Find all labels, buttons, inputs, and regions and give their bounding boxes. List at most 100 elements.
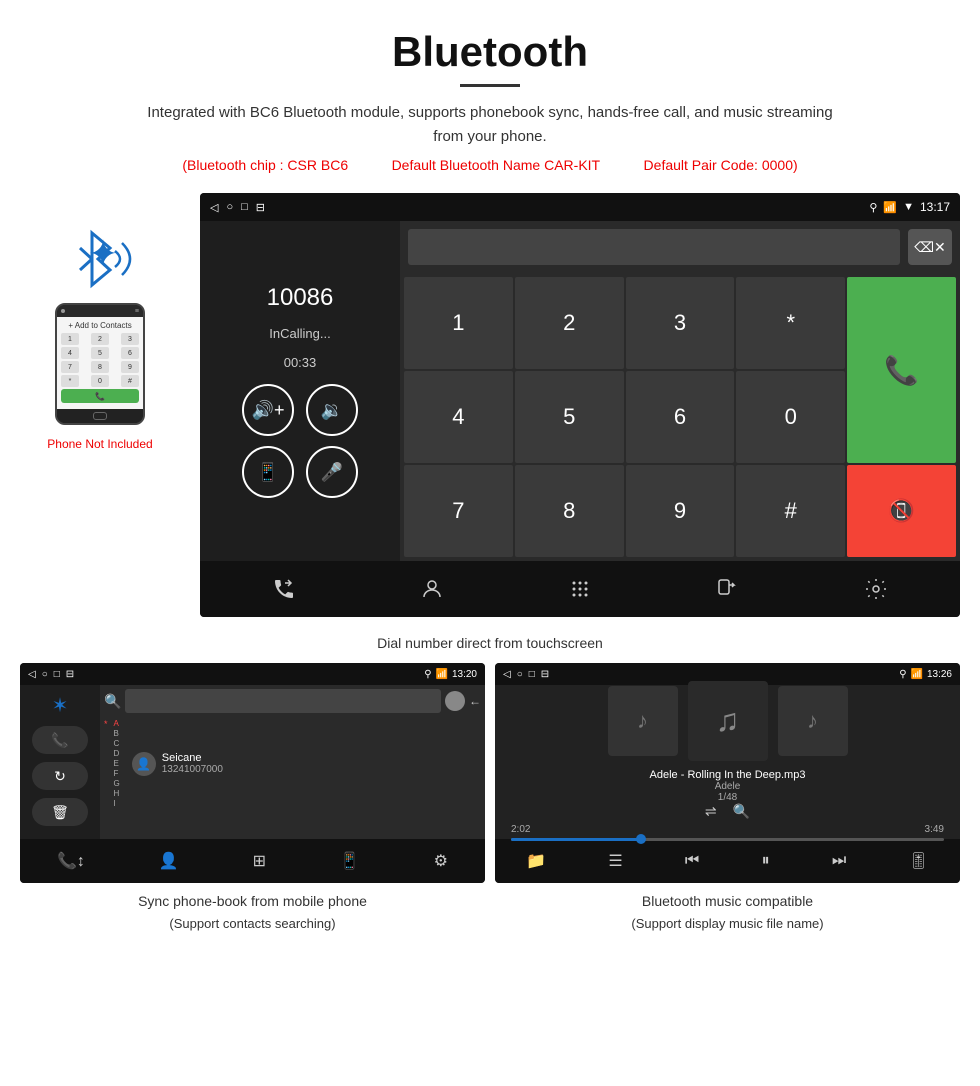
pb-alpha-g: G xyxy=(114,779,120,788)
ms-location-icon: ⚲ xyxy=(899,669,906,680)
ms-folder-icon[interactable]: 📁 xyxy=(526,851,546,871)
call-status-label: InCalling... xyxy=(269,326,330,341)
bottom-calls-icon[interactable] xyxy=(262,567,306,611)
mini-key-7: 7 xyxy=(61,361,79,373)
numkey-0[interactable]: 0 xyxy=(736,371,845,463)
pb-bottom-settings-icon[interactable]: ⚙ xyxy=(434,851,448,871)
ms-album-right-note: ♪ xyxy=(807,708,818,734)
bottom-transfer-icon[interactable] xyxy=(706,567,750,611)
numkey-star[interactable]: * xyxy=(736,277,845,369)
bluetooth-specs: (Bluetooth chip : CSR BC6 Default Blueto… xyxy=(20,157,960,173)
dial-caption: Dial number direct from touchscreen xyxy=(0,627,980,663)
mini-call-bar: 📞 xyxy=(61,389,139,403)
transfer-button[interactable]: 📱 xyxy=(242,446,294,498)
control-row-1: 🔊+ 🔉 xyxy=(242,384,358,436)
ms-search-icon[interactable]: 🔍 xyxy=(733,803,750,820)
pb-search-icon: 🔍 xyxy=(104,693,121,710)
bluetooth-icon-area: ✦ xyxy=(60,223,140,293)
ms-progress-area: 2:02 3:49 xyxy=(503,824,952,844)
pb-avatar-icon: 👤 xyxy=(136,757,151,771)
ms-play-pause-icon[interactable]: ⏸ xyxy=(762,852,770,870)
ms-progress-fill xyxy=(511,838,641,841)
mini-status-dot xyxy=(61,309,65,313)
ms-progress-bar[interactable] xyxy=(511,838,944,841)
bottom-settings-icon[interactable] xyxy=(854,567,898,611)
status-bar-left: ◁ ○ □ ⊟ xyxy=(210,201,265,214)
pb-call-button[interactable]: 📞 xyxy=(32,726,88,754)
page-description: Integrated with BC6 Bluetooth module, su… xyxy=(140,101,840,149)
mini-key-9: 9 xyxy=(121,361,139,373)
pb-status-time: 13:20 xyxy=(452,669,477,680)
nav-menu-icon: ⊟ xyxy=(256,201,265,214)
ms-track-name: Adele - Rolling In the Deep.mp3 xyxy=(650,769,806,781)
pb-alpha-letters: * A B C D E F G H I xyxy=(104,719,481,808)
pb-bottom-transfer-icon[interactable]: 📱 xyxy=(340,851,360,871)
page-header: Bluetooth Integrated with BC6 Bluetooth … xyxy=(0,0,980,193)
numkey-5[interactable]: 5 xyxy=(515,371,624,463)
pb-sync-icon: ↻ xyxy=(54,768,66,785)
mute-button[interactable]: 🎤 xyxy=(306,446,358,498)
numkey-hash[interactable]: # xyxy=(736,465,845,557)
ms-time-total: 3:49 xyxy=(925,824,944,835)
ms-nav-recent: □ xyxy=(529,669,535,680)
ms-nav-menu: ⊟ xyxy=(541,669,549,680)
delete-button[interactable]: ⌫✕ xyxy=(908,229,952,265)
pb-alpha-d: D xyxy=(114,749,120,758)
pb-search-box[interactable] xyxy=(125,689,441,713)
mini-home-button xyxy=(93,412,107,420)
call-end-button[interactable]: 📵 xyxy=(847,465,956,557)
ms-shuffle-icon[interactable]: ⇌ xyxy=(705,803,717,820)
ms-list-icon[interactable]: ☰ xyxy=(608,851,622,871)
pb-sync-button[interactable]: ↻ xyxy=(32,762,88,790)
numkey-4[interactable]: 4 xyxy=(404,371,513,463)
phonebook-caption-sub: (Support contacts searching) xyxy=(20,916,485,931)
volume-up-icon: 🔊+ xyxy=(252,400,285,421)
pb-status-left: ◁ ○ □ ⊟ xyxy=(28,669,74,680)
call-answer-icon: 📞 xyxy=(884,354,919,387)
numkey-6[interactable]: 6 xyxy=(626,371,735,463)
pb-alpha-e: E xyxy=(114,759,120,768)
mini-numpad-row1: 1 2 3 xyxy=(61,333,139,345)
mini-key-0: 0 xyxy=(91,375,109,387)
pb-call-icon: 📞 xyxy=(51,732,68,749)
pb-back-arrow: ← xyxy=(469,694,481,708)
pb-signal-icon: 📶 xyxy=(436,669,448,680)
pb-alpha-a: A xyxy=(114,719,120,728)
control-row-2: 📱 🎤 xyxy=(242,446,358,498)
volume-up-button[interactable]: 🔊+ xyxy=(242,384,294,436)
pb-bottom-calls-icon[interactable]: 📞↕ xyxy=(57,851,85,871)
call-answer-button[interactable]: 📞 xyxy=(847,277,956,463)
pb-bluetooth-icon: ✶ xyxy=(52,693,69,718)
ms-album-area: ♪ ♫ ♪ xyxy=(608,681,848,761)
pb-delete-button[interactable]: 🗑 xyxy=(32,798,88,826)
ms-nav-back: ◁ xyxy=(503,669,511,680)
dialer-input-box[interactable] xyxy=(408,229,900,265)
ms-track-count: 1/48 xyxy=(650,792,806,803)
bt-name: Default Bluetooth Name CAR-KIT xyxy=(392,157,601,173)
title-divider xyxy=(460,84,520,87)
numkey-2[interactable]: 2 xyxy=(515,277,624,369)
ms-next-icon[interactable]: ⏭ xyxy=(832,852,846,870)
dialer-left-panel: 10086 InCalling... 00:33 🔊+ 🔉 📱 xyxy=(200,221,400,561)
location-icon: ⚲ xyxy=(869,201,877,214)
pb-bottom-contacts-icon[interactable]: 👤 xyxy=(159,851,179,871)
mini-key-8: 8 xyxy=(91,361,109,373)
ms-equalizer-icon[interactable]: 🎚 xyxy=(909,851,929,871)
status-time: 13:17 xyxy=(920,200,950,214)
bottom-contacts-icon[interactable] xyxy=(410,567,454,611)
numkey-8[interactable]: 8 xyxy=(515,465,624,557)
pb-contact-avatar: 👤 xyxy=(132,752,156,776)
numkey-1[interactable]: 1 xyxy=(404,277,513,369)
mini-phone-screen: + Add to Contacts 1 2 3 4 5 6 7 8 9 * xyxy=(57,317,143,409)
bottom-dialpad-icon[interactable] xyxy=(558,567,602,611)
ms-controls-row: ⇌ 🔍 xyxy=(705,803,750,820)
volume-down-button[interactable]: 🔉 xyxy=(306,384,358,436)
numkey-3[interactable]: 3 xyxy=(626,277,735,369)
numkey-9[interactable]: 9 xyxy=(626,465,735,557)
pb-bottom-bar: 📞↕ 👤 ⊞ 📱 ⚙ xyxy=(20,839,485,883)
ms-prev-icon[interactable]: ⏮ xyxy=(685,852,699,870)
nav-home-icon: ○ xyxy=(226,201,233,213)
numkey-7[interactable]: 7 xyxy=(404,465,513,557)
ms-status-time: 13:26 xyxy=(927,669,952,680)
pb-bottom-dialpad-icon[interactable]: ⊞ xyxy=(253,851,266,871)
